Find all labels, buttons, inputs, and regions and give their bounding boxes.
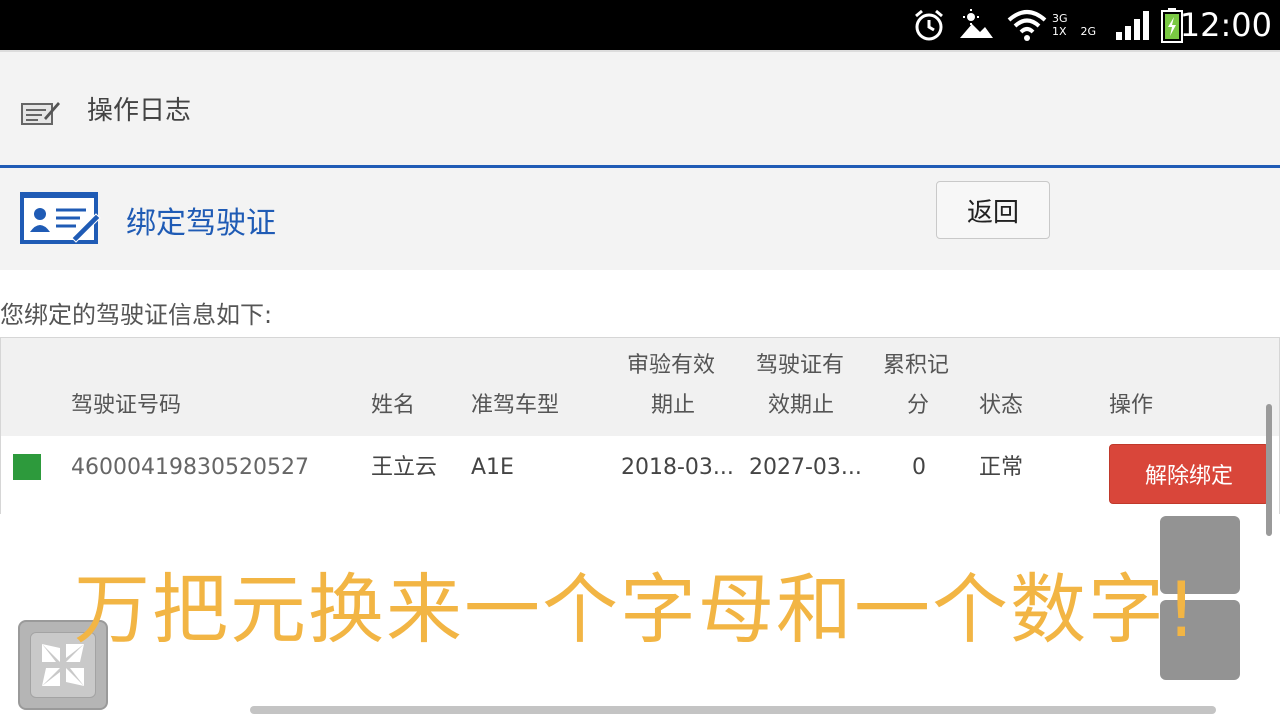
status-indicator — [13, 454, 41, 480]
header-status: 状态 — [979, 393, 1024, 418]
header-valid-line1: 驾驶证有 — [756, 353, 845, 378]
cell-status: 正常 — [979, 455, 1024, 480]
alarm-icon — [912, 8, 946, 42]
header-points-line2: 分 — [907, 393, 930, 418]
signal-icon — [1114, 8, 1152, 42]
cell-name: 王立云 — [371, 455, 438, 480]
network-top-label: 3G — [1052, 12, 1068, 25]
header-inspect-line1: 审验有效 — [627, 353, 716, 378]
weather-icon — [958, 8, 994, 42]
back-button[interactable]: 返回 — [936, 181, 1050, 239]
license-table: 驾驶证号码 姓名 准驾车型 审验有效 期止 驾驶证有 效期止 累积记 分 状态 … — [0, 337, 1280, 514]
cell-inspect-date: 2018-03... — [621, 455, 734, 480]
header-points-line1: 累积记 — [883, 353, 950, 378]
bind-title: 绑定驾驶证 — [126, 206, 276, 241]
cell-valid-date: 2027-03... — [749, 455, 862, 480]
log-header[interactable]: 操作日志 — [0, 50, 1280, 168]
unbind-button[interactable]: 解除绑定 — [1109, 444, 1269, 504]
subtitle-overlay: 万把元换来一个字母和一个数字! — [74, 565, 1199, 654]
network-type-indicator: 3G 1X 2G — [1052, 8, 1110, 42]
header-name: 姓名 — [371, 393, 416, 418]
vertical-scrollbar[interactable] — [1266, 404, 1272, 536]
table-row: 46000419830520527 王立云 A1E 2018-03... 202… — [1, 436, 1279, 514]
log-icon — [20, 98, 60, 126]
header-license-no: 驾驶证号码 — [71, 393, 182, 418]
status-bar: 3G 1X 2G 12:00 — [0, 0, 1280, 50]
header-action: 操作 — [1109, 393, 1154, 418]
header-valid-line2: 效期止 — [768, 393, 835, 418]
header-inspect-line2: 期止 — [651, 393, 696, 418]
header-vehicle-type: 准驾车型 — [471, 393, 560, 418]
bind-section: 绑定驾驶证 返回 — [0, 168, 1280, 270]
horizontal-scrollbar[interactable] — [250, 706, 1216, 714]
cell-license-no: 46000419830520527 — [71, 455, 309, 480]
network-bottom-label: 1X — [1052, 25, 1067, 38]
wifi-icon — [1006, 8, 1048, 42]
log-title: 操作日志 — [87, 96, 192, 126]
network-bottom2-label: 2G — [1080, 25, 1097, 38]
clock: 12:00 — [1179, 6, 1272, 44]
cell-vehicle-type: A1E — [471, 455, 514, 480]
intro-text: 您绑定的驾驶证信息如下: — [0, 301, 273, 329]
table-header: 驾驶证号码 姓名 准驾车型 审验有效 期止 驾驶证有 效期止 累积记 分 状态 … — [1, 338, 1279, 436]
license-card-icon — [20, 188, 102, 246]
cell-points: 0 — [912, 455, 926, 480]
